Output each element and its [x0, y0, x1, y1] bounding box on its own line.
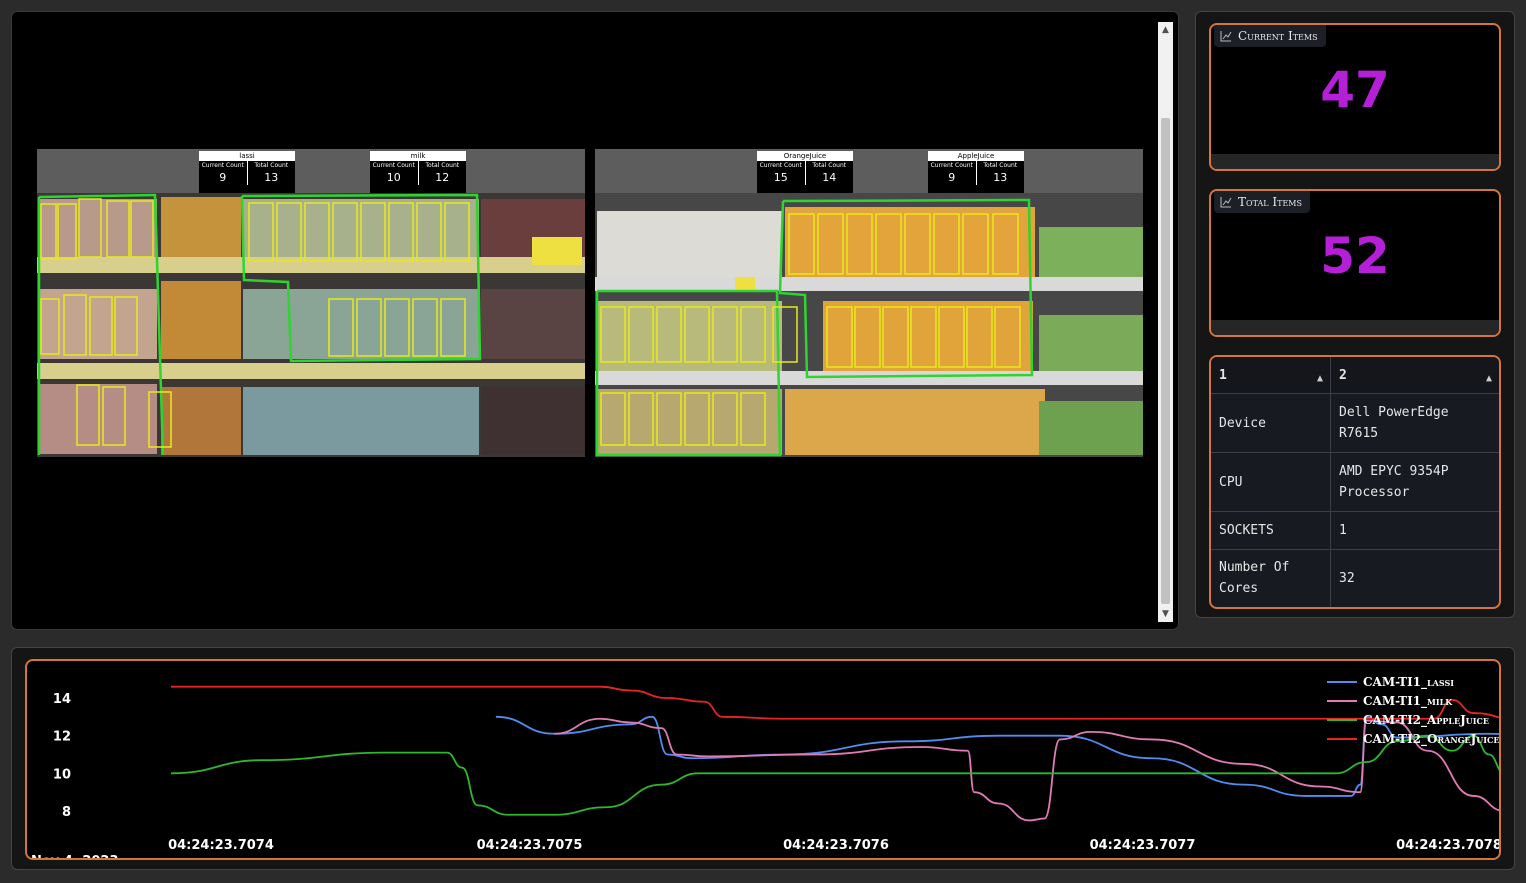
chart-icon: [1220, 197, 1232, 208]
table-header-row: 1 ▲ 2 ▲: [1211, 357, 1499, 394]
table-row: SOCKETS 1: [1211, 511, 1499, 550]
y-tick-label: 10: [53, 767, 71, 782]
current-count-label: Current Count: [372, 162, 415, 169]
current-count-label: Current Count: [201, 162, 244, 169]
zone-name: AppleJuice: [928, 151, 1024, 161]
scrollbar-thumb[interactable]: [1161, 118, 1170, 604]
series-line: [554, 717, 1499, 822]
current-count-value: 9: [219, 171, 227, 184]
total-count-value: 14: [822, 171, 837, 184]
table-row: Number Of Cores 32: [1211, 549, 1499, 607]
kpi-label: Current Items: [1238, 29, 1318, 43]
kpi-header: Current Items: [1214, 25, 1326, 47]
legend-label: CAM-TI2_OrangeJuice: [1363, 732, 1499, 747]
kpi-total-items: Total Items 52: [1209, 189, 1501, 337]
camera-feed-1: lassi Current Count 9 Total Count 13 mil…: [37, 149, 585, 457]
current-count-value: 9: [948, 171, 956, 184]
kpi-value: 47: [1320, 61, 1390, 119]
x-tick-label: 04:24:23.7074: [168, 838, 274, 853]
series-line: [170, 734, 1499, 816]
total-count-label: Total Count: [425, 162, 460, 169]
kpi-footer: [1211, 320, 1499, 335]
scroll-up-icon[interactable]: ▲: [1158, 23, 1173, 37]
vertical-scrollbar[interactable]: ▲ ▼: [1158, 22, 1173, 622]
table-cell-value: AMD EPYC 9354P Processor: [1330, 452, 1499, 512]
legend-label: CAM-TI1_milk: [1363, 694, 1453, 709]
line-chart: 8 10 12 14 04:24:23.7074 04:24:23.7075 04:24:2…: [25, 659, 1501, 860]
kpi-header: Total Items: [1214, 191, 1310, 213]
x-tick-label: 04:24:23.7077: [1090, 838, 1196, 853]
zone-name: OrangeJuice: [757, 151, 853, 161]
series-line: [171, 685, 1499, 720]
y-tick-label: 8: [62, 805, 71, 820]
x-tick-label: 04:24:23.7078: [1396, 838, 1501, 853]
scroll-down-icon[interactable]: ▼: [1158, 607, 1173, 621]
legend-label: CAM-TI2_AppleJuice: [1363, 713, 1489, 728]
kpi-label: Total Items: [1238, 195, 1302, 209]
total-count-label: Total Count: [812, 162, 847, 169]
total-count-value: 13: [264, 171, 279, 184]
sort-arrow-icon[interactable]: ▲: [1317, 368, 1323, 389]
table-cell-value: 32: [1330, 549, 1499, 607]
zone-label-lassi: lassi Current Count 9 Total Count 13: [199, 151, 295, 193]
zone-label-milk: milk Current Count 10 Total Count 12: [370, 151, 466, 193]
current-count-value: 15: [773, 171, 788, 184]
camera-feed-2: OrangeJuice Current Count 15 Total Count…: [595, 149, 1143, 457]
table-row: Device Dell PowerEdge R7615: [1211, 393, 1499, 453]
shelf-image-1: [37, 149, 585, 457]
x-tick-label: 04:24:23.7075: [477, 838, 583, 853]
x-tick-label: 04:24:23.7076: [783, 838, 889, 853]
zone-name: milk: [370, 151, 466, 161]
total-count-label: Total Count: [254, 162, 289, 169]
legend-label: CAM-TI1_lassi: [1363, 675, 1454, 690]
current-count-label: Current Count: [759, 162, 802, 169]
column-header-label: 1: [1219, 367, 1227, 383]
y-tick-label: 12: [53, 730, 71, 745]
column-header-2[interactable]: 2 ▲: [1330, 357, 1499, 394]
table-cell-key: CPU: [1211, 452, 1331, 512]
table-cell-value: 1: [1330, 511, 1499, 550]
x-date-label: Nov 4, 2023: [31, 854, 119, 860]
zone-name: lassi: [199, 151, 295, 161]
table-cell-key: SOCKETS: [1211, 511, 1331, 550]
kpi-value: 52: [1320, 227, 1390, 285]
line-chart-svg: 8 10 12 14 04:24:23.7074 04:24:23.7075 04:24:2…: [31, 675, 1501, 860]
table-cell-key: Device: [1211, 393, 1331, 453]
sort-arrow-icon[interactable]: ▲: [1486, 368, 1492, 389]
video-panel: lassi Current Count 9 Total Count 13 mil…: [11, 11, 1179, 630]
chart-panel: 8 10 12 14 04:24:23.7074 04:24:23.7075 04:24:2…: [11, 647, 1515, 870]
table-cell-key: Number Of Cores: [1211, 549, 1331, 607]
kpi-current-items: Current Items 47: [1209, 23, 1501, 171]
side-panel: Current Items 47 Total Items 52 1 ▲ 2 ▲ De…: [1195, 11, 1515, 618]
current-count-label: Current Count: [930, 162, 973, 169]
current-count-value: 10: [386, 171, 401, 184]
table-row: CPU AMD EPYC 9354P Processor: [1211, 452, 1499, 512]
zone-label-orangejuice: OrangeJuice Current Count 15 Total Count…: [757, 151, 853, 193]
series-line: [495, 715, 1499, 797]
column-header-1[interactable]: 1 ▲: [1211, 357, 1331, 394]
y-tick-label: 14: [53, 692, 71, 707]
total-count-label: Total Count: [983, 162, 1018, 169]
column-header-label: 2: [1339, 367, 1347, 383]
total-count-value: 13: [993, 171, 1008, 184]
chart-icon: [1220, 31, 1232, 42]
shelf-image-2: [595, 149, 1143, 457]
kpi-footer: [1211, 154, 1499, 169]
specs-table: 1 ▲ 2 ▲ Device Dell PowerEdge R7615 CPU AM…: [1209, 355, 1501, 609]
zone-label-applejuice: AppleJuice Current Count 9 Total Count 1…: [928, 151, 1024, 193]
table-cell-value: Dell PowerEdge R7615: [1330, 393, 1499, 453]
total-count-value: 12: [435, 171, 450, 184]
